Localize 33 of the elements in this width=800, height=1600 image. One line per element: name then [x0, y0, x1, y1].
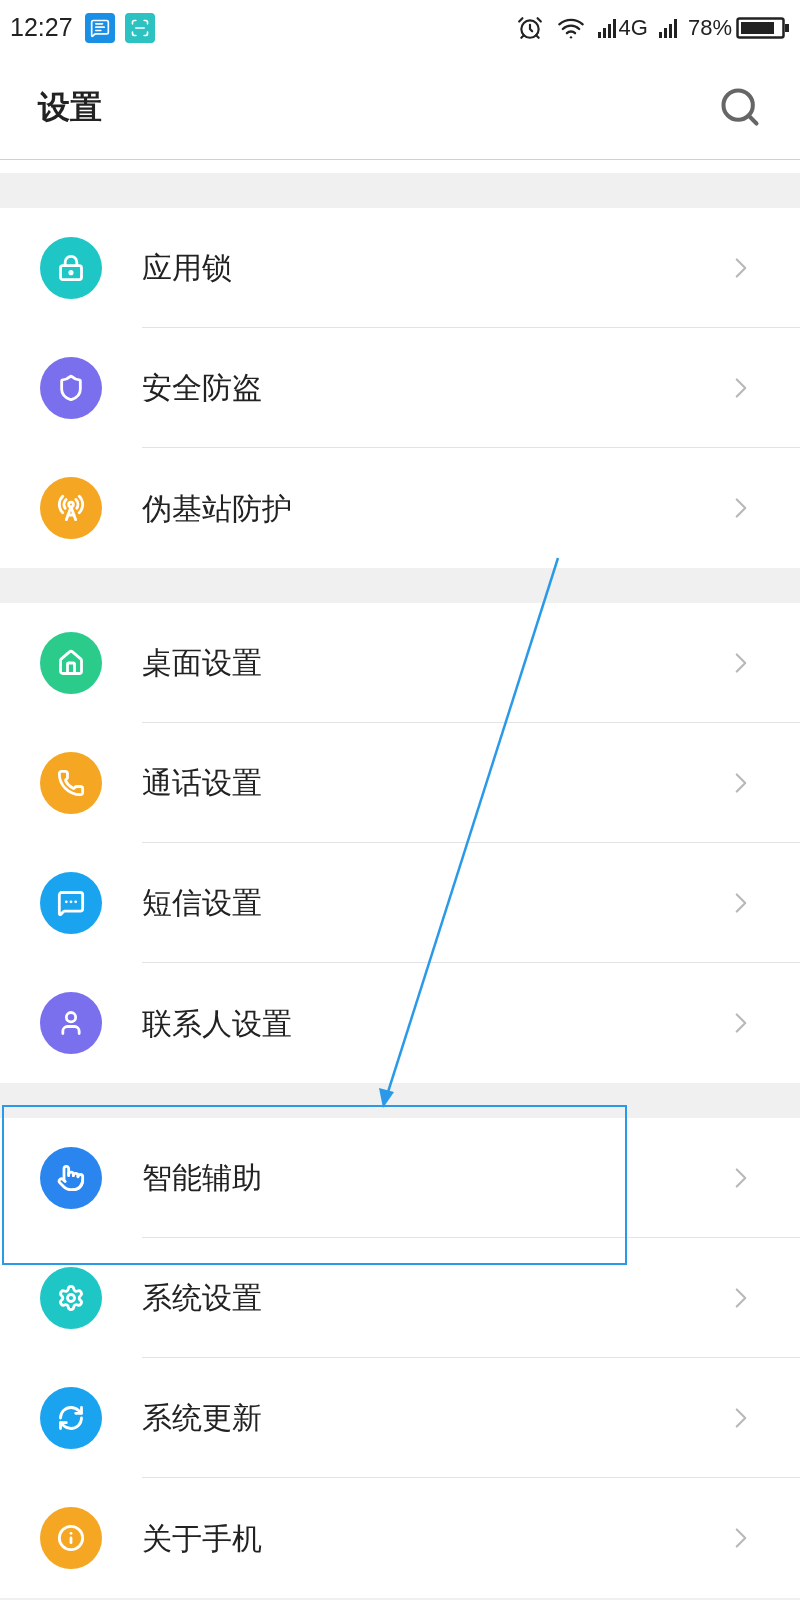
settings-row[interactable]: 桌面设置	[0, 603, 800, 723]
signal-icon	[596, 16, 619, 39]
settings-label: 联系人设置	[142, 1005, 293, 1042]
settings-row[interactable]: 伪基站防护	[0, 448, 800, 568]
scan-notification-icon	[124, 12, 155, 43]
message-notification-icon	[84, 12, 115, 43]
settings-label: 系统设置	[142, 1280, 263, 1316]
settings-row[interactable]: 应用锁	[0, 208, 800, 328]
settings-row[interactable]: 关于手机	[0, 1478, 800, 1598]
settings-label: 通话设置	[142, 765, 263, 801]
settings-row[interactable]: 智能辅助	[0, 1118, 800, 1238]
settings-label: 短信设置	[142, 885, 263, 921]
settings-label: 应用锁	[142, 250, 233, 286]
settings-label: 安全防盗	[142, 370, 263, 406]
status-time: 12:27	[10, 11, 73, 43]
settings-row[interactable]: 安全防盗	[0, 328, 800, 448]
page-title: 设置	[38, 88, 102, 127]
alarm-icon	[516, 14, 543, 41]
signal-icon	[657, 16, 680, 39]
settings-label: 关于手机	[142, 1520, 263, 1557]
settings-row[interactable]: 联系人设置	[0, 963, 800, 1083]
settings-label: 伪基站防护	[142, 490, 293, 527]
battery-icon	[736, 15, 790, 40]
settings-row[interactable]: 系统设置	[0, 1238, 800, 1358]
battery-percent: 78%	[687, 14, 732, 42]
search-icon[interactable]	[718, 85, 762, 129]
settings-label: 系统更新	[142, 1400, 263, 1436]
network-type: 4G	[618, 14, 648, 42]
settings-row[interactable]: 系统更新	[0, 1358, 800, 1478]
settings-row[interactable]: 通话设置	[0, 723, 800, 843]
settings-row[interactable]: 短信设置	[0, 843, 800, 963]
settings-label: 智能辅助	[142, 1160, 263, 1196]
settings-label: 桌面设置	[142, 645, 263, 681]
